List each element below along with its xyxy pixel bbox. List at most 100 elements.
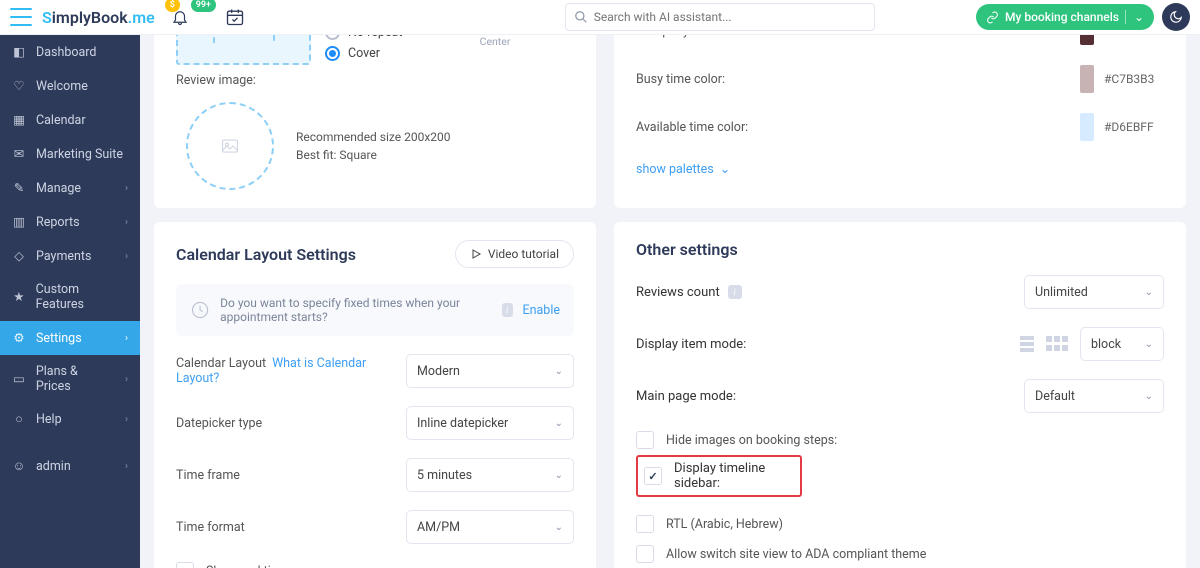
sidebar-item-manage[interactable]: ✎Manage› xyxy=(0,171,140,205)
calendar-layout-select[interactable]: Modern⌄ xyxy=(406,354,574,388)
checkbox[interactable] xyxy=(644,467,662,485)
grid-view-toggle[interactable] xyxy=(1044,332,1070,356)
main-page-mode-label: Main page mode: xyxy=(636,389,736,404)
sidebar-item-admin[interactable]: ☺admin› xyxy=(0,450,140,483)
enable-link[interactable]: Enable xyxy=(523,303,561,318)
radio-icon xyxy=(325,46,340,61)
upload-image-box[interactable] xyxy=(176,35,311,65)
play-icon xyxy=(470,248,482,260)
bg-repeat-no-repeat[interactable]: No repeat xyxy=(325,35,402,40)
sidebar-item-plans[interactable]: ▭Plans & Prices› xyxy=(0,355,140,403)
chevron-right-icon: › xyxy=(125,251,128,262)
time-format-select[interactable]: AM/PM⌄ xyxy=(406,510,574,544)
info-icon[interactable]: i xyxy=(502,303,513,317)
star-icon: ★ xyxy=(12,289,26,305)
main-content: No repeat Cover Center Review image: Rec… xyxy=(140,35,1200,568)
video-tutorial-button[interactable]: Video tutorial xyxy=(455,240,574,268)
reviews-count-label: Reviews count xyxy=(636,285,720,300)
chevron-right-icon: › xyxy=(125,461,128,472)
display-item-mode-select[interactable]: block⌄ xyxy=(1080,327,1164,361)
gear-icon: ⚙ xyxy=(12,330,26,346)
list-view-toggle[interactable] xyxy=(1018,332,1036,356)
sidebar-item-custom-features[interactable]: ★Custom Features xyxy=(0,273,140,321)
calendar-check-icon[interactable] xyxy=(225,7,245,27)
badge-count: 99+ xyxy=(191,0,216,12)
reviews-count-select[interactable]: Unlimited⌄ xyxy=(1024,275,1164,309)
payment-icon: ◇ xyxy=(12,248,26,264)
search-icon xyxy=(574,10,588,24)
booking-channels-button[interactable]: My booking channels ⌄ xyxy=(976,4,1154,30)
datepicker-type-select[interactable]: Inline datepicker⌄ xyxy=(406,406,574,440)
card-icon: ▭ xyxy=(12,371,26,387)
bulb-icon: ♡ xyxy=(12,78,26,94)
time-frame-select[interactable]: 5 minutes⌄ xyxy=(406,458,574,492)
chevron-down-icon: ⌄ xyxy=(1145,339,1153,350)
chevron-down-icon: ⌄ xyxy=(720,161,730,177)
recommended-size-text: Recommended size 200x200 Best fit: Squar… xyxy=(296,128,451,164)
available-time-color-row: Available time color: #D6EBFF xyxy=(636,113,1164,141)
checkbox[interactable] xyxy=(176,562,194,568)
color-hex: #C7B3B3 xyxy=(1104,72,1164,86)
chevron-right-icon: › xyxy=(125,374,128,385)
badge-money: $ xyxy=(165,0,180,12)
chevron-right-icon: › xyxy=(125,414,128,425)
show-end-time-row[interactable]: Show end time: xyxy=(176,562,574,568)
slider-label: Center xyxy=(480,35,511,48)
hamburger-menu[interactable] xyxy=(10,8,32,26)
fixed-times-banner: Do you want to specify fixed times when … xyxy=(176,284,574,336)
info-icon[interactable]: i xyxy=(728,285,742,299)
radio-icon xyxy=(325,35,340,40)
megaphone-icon: ✉ xyxy=(12,146,26,162)
search-box[interactable] xyxy=(565,3,875,31)
image-icon xyxy=(219,137,241,155)
chevron-down-icon: ⌄ xyxy=(555,418,563,429)
logo[interactable]: SimplyBook.me xyxy=(42,8,155,27)
time-format-label: Time format xyxy=(176,520,406,535)
checkbox[interactable] xyxy=(636,431,654,449)
dashboard-icon: ◧ xyxy=(12,44,26,60)
sidebar-item-reports[interactable]: ▥Reports› xyxy=(0,205,140,239)
sidebar-item-payments[interactable]: ◇Payments› xyxy=(0,239,140,273)
chevron-down-icon: ⌄ xyxy=(1145,391,1153,402)
upload-review-image[interactable] xyxy=(186,102,274,190)
sidebar-item-help[interactable]: ○Help› xyxy=(0,403,140,436)
display-item-mode-label: Display item mode: xyxy=(636,337,746,352)
sidebar-item-settings[interactable]: ⚙Settings› xyxy=(0,321,140,355)
colors-card: Company title color: #552F34 Busy time c… xyxy=(614,35,1186,208)
other-settings-card: Other settings Reviews count i Unlimited… xyxy=(614,222,1186,568)
color-swatch[interactable] xyxy=(1080,65,1094,93)
busy-time-color-row: Busy time color: #C7B3B3 xyxy=(636,65,1164,93)
notifications[interactable]: $ 99+ xyxy=(171,8,189,26)
sidebar-item-calendar[interactable]: ▦Calendar xyxy=(0,103,140,137)
ada-row[interactable]: Allow switch site view to ADA compliant … xyxy=(636,545,1164,563)
chevron-right-icon: › xyxy=(125,333,128,344)
rtl-row[interactable]: RTL (Arabic, Hebrew) xyxy=(636,515,1164,533)
company-title-color-row: Company title color: #552F34 xyxy=(636,35,1164,45)
chevron-right-icon: › xyxy=(125,217,128,228)
hide-images-row[interactable]: Hide images on booking steps: xyxy=(636,431,1164,449)
review-image-label: Review image: xyxy=(176,73,574,88)
link-icon xyxy=(986,11,999,24)
checkbox[interactable] xyxy=(636,545,654,563)
datepicker-type-label: Datepicker type xyxy=(176,416,406,431)
main-page-mode-select[interactable]: Default⌄ xyxy=(1024,379,1164,413)
color-swatch[interactable] xyxy=(1080,113,1094,141)
user-icon: ☺ xyxy=(12,459,26,474)
checkbox[interactable] xyxy=(636,515,654,533)
sidebar-item-marketing[interactable]: ✉Marketing Suite xyxy=(0,137,140,171)
show-palettes-link[interactable]: show palettes⌄ xyxy=(636,161,1164,177)
calendar-icon: ▦ xyxy=(12,112,26,128)
calendar-layout-label: Calendar LayoutWhat is Calendar Layout? xyxy=(176,356,406,386)
chevron-down-icon: ⌄ xyxy=(1145,287,1153,298)
bg-repeat-cover[interactable]: Cover xyxy=(325,46,402,61)
chevron-down-icon: ⌄ xyxy=(555,366,563,377)
sidebar-item-welcome[interactable]: ♡Welcome xyxy=(0,69,140,103)
color-hex: #D6EBFF xyxy=(1104,120,1164,134)
search-input[interactable] xyxy=(594,10,866,24)
color-swatch[interactable] xyxy=(1080,35,1094,45)
sidebar-item-dashboard[interactable]: ◧Dashboard xyxy=(0,35,140,69)
night-mode-toggle[interactable] xyxy=(1162,3,1190,31)
moon-icon xyxy=(1169,10,1183,24)
topbar: SimplyBook.me $ 99+ My booking channels … xyxy=(0,0,1200,35)
timeline-sidebar-highlight: Display timeline sidebar: xyxy=(636,455,802,497)
